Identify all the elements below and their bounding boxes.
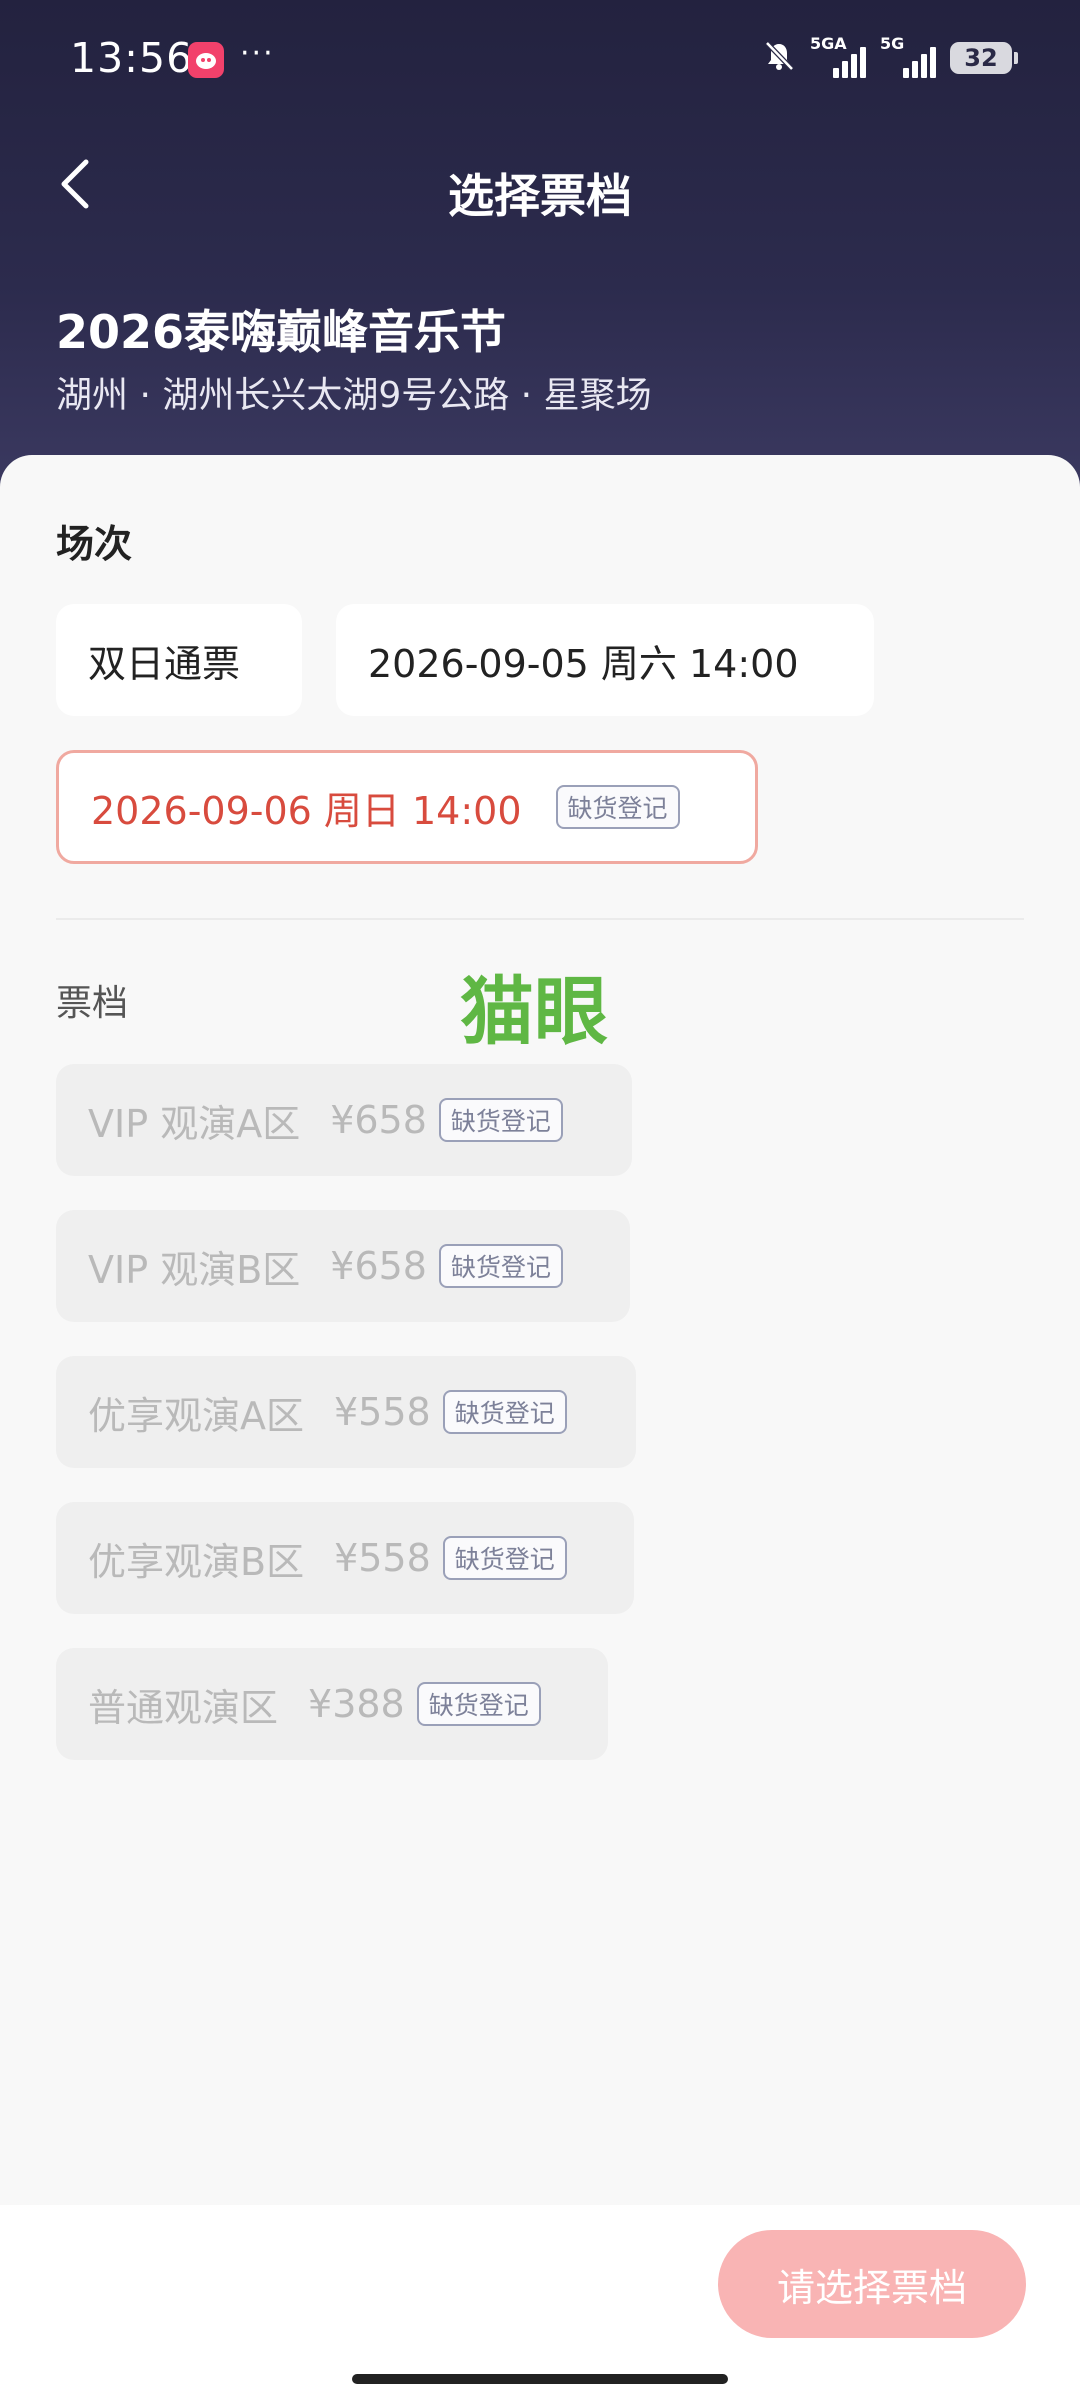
session-option-sep6[interactable]: 2026-09-06 周日 14:00 缺货登记 — [56, 750, 758, 864]
tier-option[interactable]: VIP 观演A区 ¥658 缺货登记 — [56, 1064, 632, 1176]
selection-sheet — [0, 455, 1080, 2205]
home-indicator[interactable] — [352, 2374, 728, 2384]
session-option-double-pass[interactable]: 双日通票 — [56, 604, 302, 716]
tier-price: ¥558 — [334, 1536, 431, 1580]
tier-name: 普通观演区 — [88, 1685, 279, 1730]
tier-name: 优享观演B区 — [88, 1539, 305, 1584]
stockout-register-badge[interactable]: 缺货登记 — [555, 785, 680, 829]
section-divider — [56, 918, 1024, 920]
session-label: 2026-09-05 周六 14:00 — [368, 641, 799, 686]
battery-level: 32 — [964, 44, 998, 72]
tier-name: VIP 观演B区 — [88, 1247, 301, 1292]
battery-icon: 32 — [950, 42, 1018, 74]
status-time: 13:56 — [70, 34, 194, 82]
tier-option[interactable]: 普通观演区 ¥388 缺货登记 — [56, 1648, 608, 1760]
select-tier-button[interactable]: 请选择票档 — [718, 2230, 1026, 2338]
maoyan-watermark: 猫眼 — [460, 969, 608, 1055]
mute-bell-icon — [762, 39, 796, 77]
page-title: 选择票档 — [448, 169, 632, 223]
stockout-register-badge[interactable]: 缺货登记 — [442, 1390, 567, 1434]
tier-name: 优享观演A区 — [88, 1393, 304, 1438]
tier-price: ¥558 — [334, 1390, 431, 1434]
more-notifications-icon: ··· — [240, 36, 275, 71]
tier-price: ¥658 — [330, 1098, 427, 1142]
signal-5g-icon: 5G — [880, 34, 936, 78]
stockout-register-badge[interactable]: 缺货登记 — [439, 1244, 564, 1288]
session-option-sep5[interactable]: 2026-09-05 周六 14:00 — [336, 604, 874, 716]
tier-price: ¥388 — [308, 1682, 405, 1726]
event-title: 2026泰嗨巅峰音乐节 — [56, 305, 507, 359]
session-section-label: 场次 — [56, 522, 133, 566]
tier-section-label: 票档 — [56, 983, 129, 1024]
stockout-register-badge[interactable]: 缺货登记 — [438, 1098, 563, 1142]
tier-option[interactable]: VIP 观演B区 ¥658 缺货登记 — [56, 1210, 630, 1322]
tier-name: VIP 观演A区 — [88, 1101, 301, 1146]
tier-price: ¥658 — [330, 1244, 427, 1288]
status-icons: 5GA 5G 32 — [762, 34, 1018, 78]
tier-option[interactable]: 优享观演A区 ¥558 缺货登记 — [56, 1356, 636, 1468]
stockout-register-badge[interactable]: 缺货登记 — [442, 1536, 567, 1580]
signal-5ga-icon: 5GA — [810, 34, 866, 78]
session-label: 2026-09-06 周日 14:00 — [91, 788, 522, 833]
session-label: 双日通票 — [88, 641, 241, 686]
event-venue: 湖州 · 湖州长兴太湖9号公路 · 星聚场 — [56, 375, 652, 416]
tier-option[interactable]: 优享观演B区 ¥558 缺货登记 — [56, 1502, 634, 1614]
stockout-register-badge[interactable]: 缺货登记 — [416, 1682, 541, 1726]
app-notification-icon — [188, 42, 224, 78]
